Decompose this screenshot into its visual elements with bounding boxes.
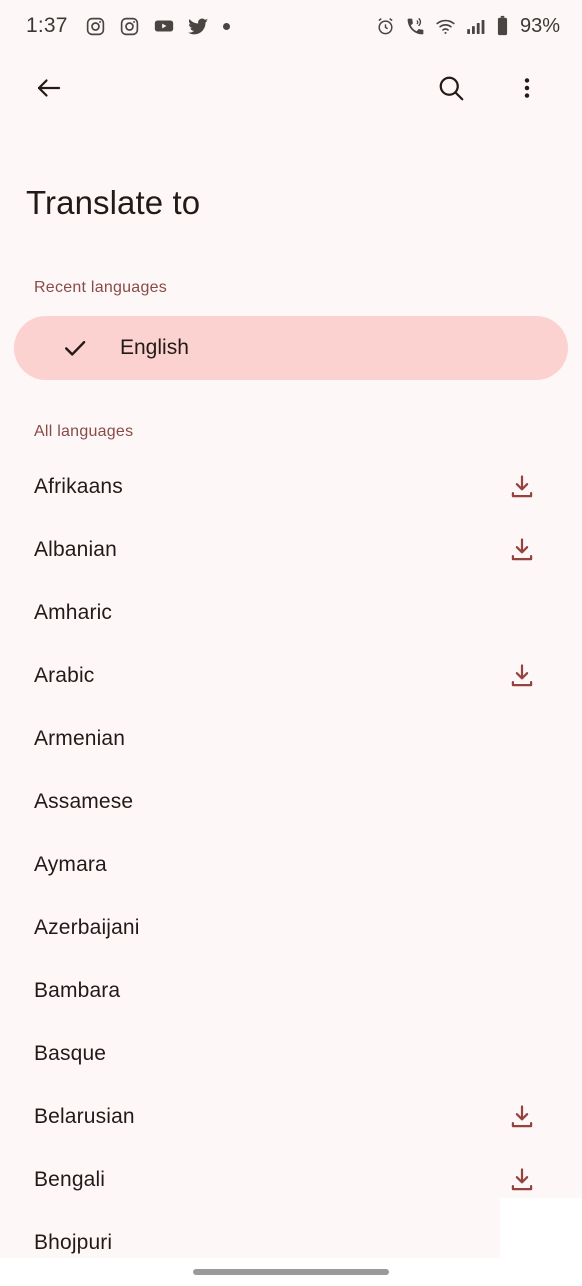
list-item[interactable]: Belarusian — [0, 1085, 582, 1148]
more-vert-icon — [514, 75, 540, 104]
search-button[interactable] — [428, 66, 474, 112]
system-navigation-bar — [0, 1258, 582, 1286]
no-download-spacer — [508, 1040, 536, 1068]
wifi-icon — [435, 16, 456, 37]
youtube-icon — [153, 15, 175, 37]
list-item[interactable]: Basque — [0, 1022, 582, 1085]
list-item[interactable]: Armenian — [0, 707, 582, 770]
no-download-spacer — [508, 599, 536, 627]
list-item[interactable]: Aymara — [0, 833, 582, 896]
download-icon[interactable] — [508, 473, 536, 501]
page-title: Translate to — [26, 184, 201, 221]
back-arrow-icon — [34, 73, 64, 106]
twitter-icon — [187, 16, 209, 37]
no-download-spacer — [508, 788, 536, 816]
list-item[interactable]: Assamese — [0, 770, 582, 833]
capture-overlay-patch — [500, 1198, 582, 1258]
wifi-calling-icon — [405, 16, 426, 37]
download-icon[interactable] — [508, 536, 536, 564]
status-bar-left: 1:37 — [26, 14, 230, 38]
download-icon[interactable] — [508, 662, 536, 690]
language-label: Bengali — [34, 1167, 106, 1191]
status-clock: 1:37 — [26, 14, 68, 37]
no-download-spacer — [508, 725, 536, 753]
status-bar: 1:37 93% — [0, 0, 582, 52]
language-label: Arabic — [34, 663, 95, 687]
language-label: Belarusian — [34, 1104, 135, 1128]
instagram-icon — [85, 16, 106, 37]
home-gesture-pill[interactable] — [193, 1269, 389, 1275]
language-label: English — [120, 336, 189, 359]
list-item[interactable]: Afrikaans — [0, 455, 582, 518]
list-item[interactable]: Amharic — [0, 581, 582, 644]
recent-languages-header: Recent languages — [34, 279, 167, 296]
language-label: Aymara — [34, 852, 107, 876]
overflow-menu-button[interactable] — [504, 66, 550, 112]
recent-languages-list: English — [0, 297, 582, 380]
list-item[interactable]: Bengali — [0, 1148, 582, 1211]
battery-percent-label: 93% — [519, 14, 560, 37]
no-download-spacer — [508, 914, 536, 942]
signal-icon — [465, 16, 486, 37]
instagram-icon — [119, 16, 140, 37]
status-bar-right: 93% — [375, 15, 560, 38]
no-download-spacer — [508, 977, 536, 1005]
language-label: Azerbaijani — [34, 915, 140, 939]
notification-dot-icon — [222, 22, 230, 30]
language-label: Bambara — [34, 978, 121, 1002]
battery-icon — [495, 15, 510, 37]
all-languages-header: All languages — [34, 423, 134, 440]
check-icon — [61, 334, 89, 362]
alarm-icon — [375, 16, 396, 37]
language-label: Albanian — [34, 537, 117, 561]
language-label: Bhojpuri — [34, 1230, 113, 1254]
list-item[interactable]: Albanian — [0, 518, 582, 581]
download-icon[interactable] — [508, 1166, 536, 1194]
list-item[interactable]: Azerbaijani — [0, 896, 582, 959]
back-button[interactable] — [26, 66, 72, 112]
all-languages-list[interactable]: Afrikaans Albanian Amharic Arabic Armeni… — [0, 441, 582, 1274]
no-download-spacer — [508, 851, 536, 879]
toolbar-actions — [428, 66, 550, 112]
language-label: Amharic — [34, 600, 113, 624]
app-toolbar — [0, 52, 582, 126]
language-label: Armenian — [34, 726, 126, 750]
language-label: Afrikaans — [34, 474, 123, 498]
download-icon[interactable] — [508, 1103, 536, 1131]
language-item-english[interactable]: English — [14, 316, 568, 380]
list-item[interactable]: Bambara — [0, 959, 582, 1022]
language-label: Basque — [34, 1041, 107, 1065]
language-label: Assamese — [34, 789, 134, 813]
list-item[interactable]: Arabic — [0, 644, 582, 707]
search-icon — [436, 73, 466, 106]
